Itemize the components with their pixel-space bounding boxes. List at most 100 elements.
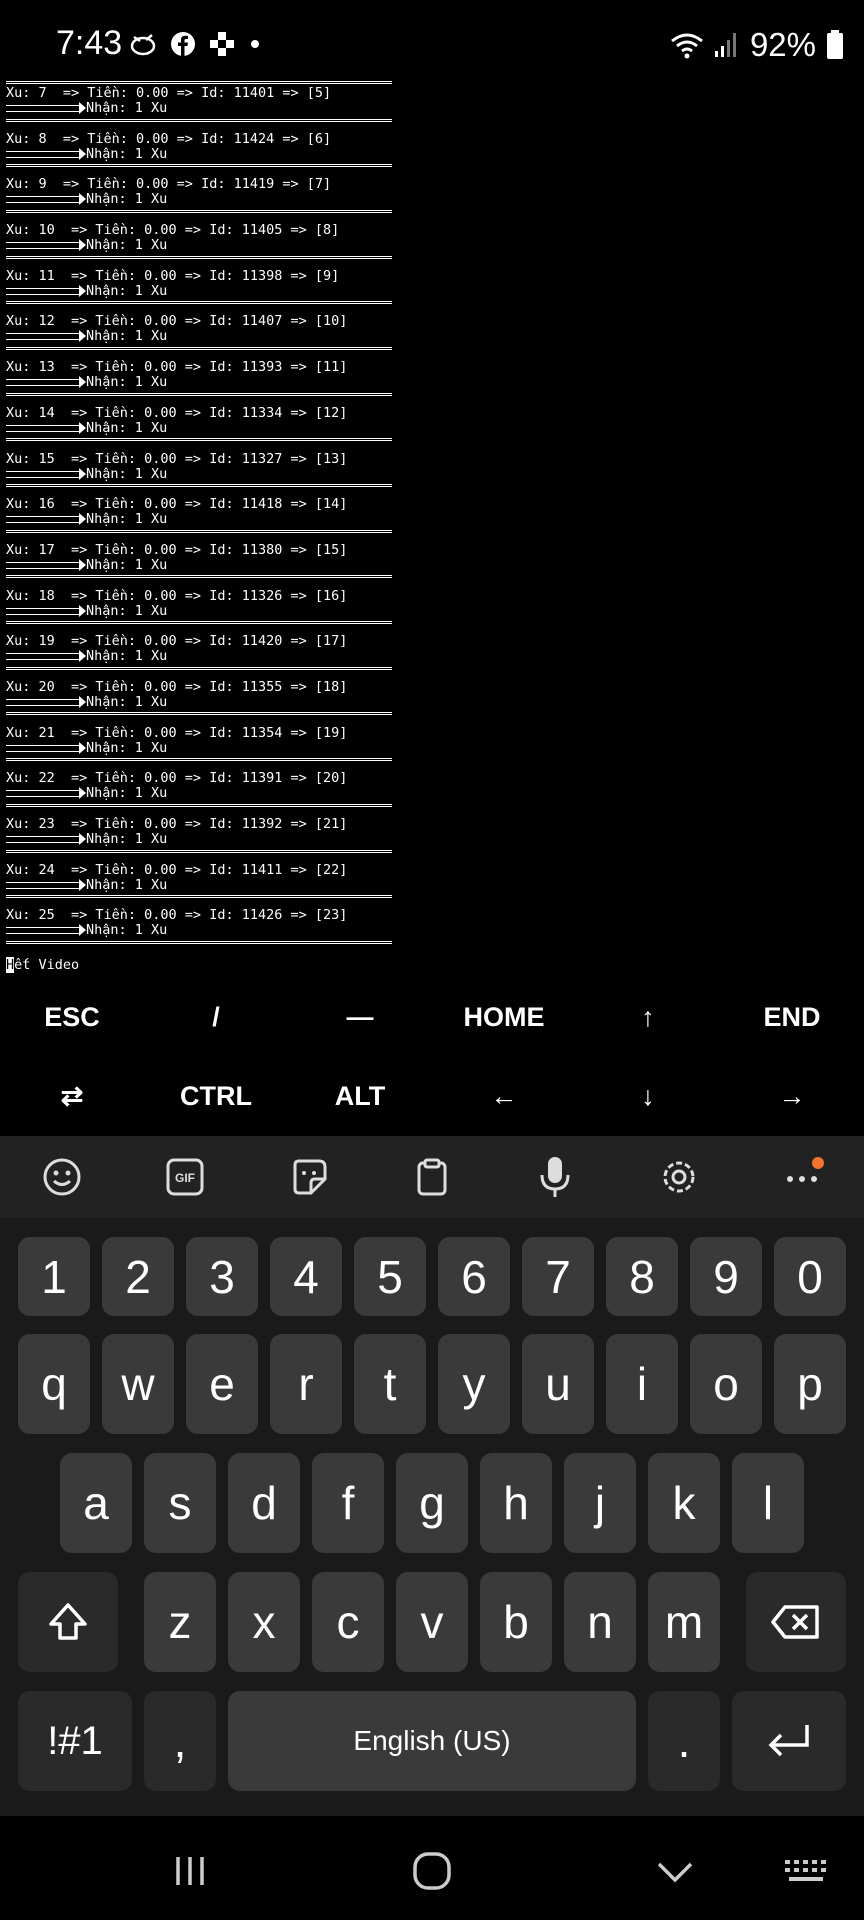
reward-text: Nhận: 1 Xu (86, 556, 168, 573)
key-f[interactable]: f (312, 1453, 384, 1553)
key-w[interactable]: w (102, 1334, 174, 1434)
settings-icon[interactable] (649, 1147, 709, 1207)
log-line: Xu: 7 => Tiền: 0.00 => Id: 11401 => [5] (6, 85, 332, 101)
separator-line (6, 847, 398, 855)
key-l[interactable]: l (732, 1453, 804, 1553)
key-5[interactable]: 5 (354, 1237, 426, 1316)
recents-icon[interactable] (155, 1846, 225, 1896)
terminal-output[interactable]: Xu: 7 => Tiền: 0.00 => Id: 11401 => [5] N… (6, 78, 398, 976)
end-key[interactable]: END (720, 1002, 864, 1033)
arrow-icon (6, 650, 86, 663)
key-t[interactable]: t (354, 1334, 426, 1434)
key-b[interactable]: b (480, 1572, 552, 1672)
key-h[interactable]: h (480, 1453, 552, 1553)
log-entry: Xu: 16 => Tiền: 0.00 => Id: 11418 => [14… (6, 497, 398, 543)
key-1[interactable]: 1 (18, 1237, 90, 1316)
space-key[interactable]: English (US) (228, 1691, 636, 1791)
key-a[interactable]: a (60, 1453, 132, 1553)
log-line: Xu: 9 => Tiền: 0.00 => Id: 11419 => [7] (6, 176, 332, 193)
separator-line (6, 573, 398, 581)
key-n[interactable]: n (564, 1572, 636, 1672)
emoji-icon[interactable] (32, 1147, 92, 1207)
arrow-down-key[interactable]: ↓ (576, 1081, 720, 1112)
alt-key[interactable]: ALT (288, 1081, 432, 1112)
back-icon[interactable] (640, 1846, 710, 1896)
key-k[interactable]: k (648, 1453, 720, 1553)
separator-line (6, 664, 398, 672)
reward-text: Nhận: 1 Xu (86, 282, 168, 299)
key-u[interactable]: u (522, 1334, 594, 1434)
key-o[interactable]: o (690, 1334, 762, 1434)
log-line: Xu: 15 => Tiền: 0.00 => Id: 11327 => [13… (6, 450, 348, 467)
gif-icon[interactable]: GIF (155, 1147, 215, 1207)
reward-text: Nhận: 1 Xu (86, 602, 168, 619)
key-r[interactable]: r (270, 1334, 342, 1434)
enter-key[interactable] (732, 1691, 846, 1791)
key-v[interactable]: v (396, 1572, 468, 1672)
symbols-key[interactable]: !#1 (18, 1691, 132, 1791)
key-s[interactable]: s (144, 1453, 216, 1553)
separator-line (6, 801, 398, 809)
key-c[interactable]: c (312, 1572, 384, 1672)
more-icon[interactable] (772, 1147, 832, 1207)
clipboard-icon[interactable] (402, 1147, 462, 1207)
period-key[interactable]: . (648, 1691, 720, 1791)
arrow-left-key[interactable]: ← (432, 1081, 576, 1112)
soft-keyboard: GIF 1234567890 qwertyuiop asdfghjkl zxcvbnm… (0, 1136, 864, 1816)
extra-keys-row-2: ⇄ CTRL ALT ← ↓ → (0, 1057, 864, 1136)
reward-text: Nhận: 1 Xu (86, 237, 168, 254)
home-icon[interactable] (397, 1846, 467, 1896)
key-e[interactable]: e (186, 1334, 258, 1434)
log-reward: Nhận: 1 Xu (6, 101, 398, 116)
microphone-icon[interactable] (525, 1147, 585, 1207)
slash-key[interactable]: / (144, 1002, 288, 1033)
key-7[interactable]: 7 (522, 1237, 594, 1316)
key-p[interactable]: p (774, 1334, 846, 1434)
reward-text: Nhận: 1 Xu (86, 739, 168, 756)
key-8[interactable]: 8 (606, 1237, 678, 1316)
separator-line (6, 299, 398, 307)
key-4[interactable]: 4 (270, 1237, 342, 1316)
arrow-icon (6, 284, 86, 297)
key-m[interactable]: m (648, 1572, 720, 1672)
enter-icon (768, 1725, 809, 1757)
key-6[interactable]: 6 (438, 1237, 510, 1316)
dash-key[interactable]: — (288, 1002, 432, 1033)
key-q[interactable]: q (18, 1334, 90, 1434)
tab-key[interactable]: ⇄ (0, 1081, 144, 1112)
status-bar: 7:43 92% (0, 0, 864, 80)
reward-text: Nhận: 1 Xu (86, 785, 168, 802)
log-reward: Nhận: 1 Xu (6, 832, 398, 847)
key-i[interactable]: i (606, 1334, 678, 1434)
key-j[interactable]: j (564, 1453, 636, 1553)
key-y[interactable]: y (438, 1334, 510, 1434)
log-line: Xu: 10 => Tiền: 0.00 => Id: 11405 => [8] (6, 222, 340, 239)
keyboard-hide-icon[interactable] (772, 1846, 842, 1896)
key-g[interactable]: g (396, 1453, 468, 1553)
log-line: Xu: 20 => Tiền: 0.00 => Id: 11355 => [18… (6, 678, 348, 695)
separator-line (6, 344, 398, 352)
arrow-icon (6, 147, 86, 160)
key-0[interactable]: 0 (774, 1237, 846, 1316)
log-entry: Xu: 24 => Tiền: 0.00 => Id: 11411 => [22… (6, 861, 398, 909)
log-line: Xu: 24 => Tiền: 0.00 => Id: 11411 => [22… (6, 861, 348, 878)
comma-key[interactable]: , (144, 1691, 216, 1791)
key-x[interactable]: x (228, 1572, 300, 1672)
sticker-icon[interactable] (279, 1147, 339, 1207)
separator-line (6, 938, 398, 946)
key-2[interactable]: 2 (102, 1237, 174, 1316)
arrow-up-key[interactable]: ↑ (576, 1002, 720, 1033)
ctrl-key[interactable]: CTRL (144, 1081, 288, 1112)
key-d[interactable]: d (228, 1453, 300, 1553)
backspace-key[interactable] (746, 1572, 846, 1672)
extra-keys-row-1: ESC / — HOME ↑ END (0, 978, 864, 1057)
arrow-icon (6, 193, 86, 206)
key-z[interactable]: z (144, 1572, 216, 1672)
log-entry: Xu: 13 => Tiền: 0.00 => Id: 11393 => [11… (6, 360, 398, 406)
shift-key[interactable] (18, 1572, 118, 1672)
arrow-right-key[interactable]: → (720, 1081, 864, 1112)
home-key[interactable]: HOME (432, 1002, 576, 1033)
key-9[interactable]: 9 (690, 1237, 762, 1316)
key-3[interactable]: 3 (186, 1237, 258, 1316)
esc-key[interactable]: ESC (0, 1002, 144, 1033)
